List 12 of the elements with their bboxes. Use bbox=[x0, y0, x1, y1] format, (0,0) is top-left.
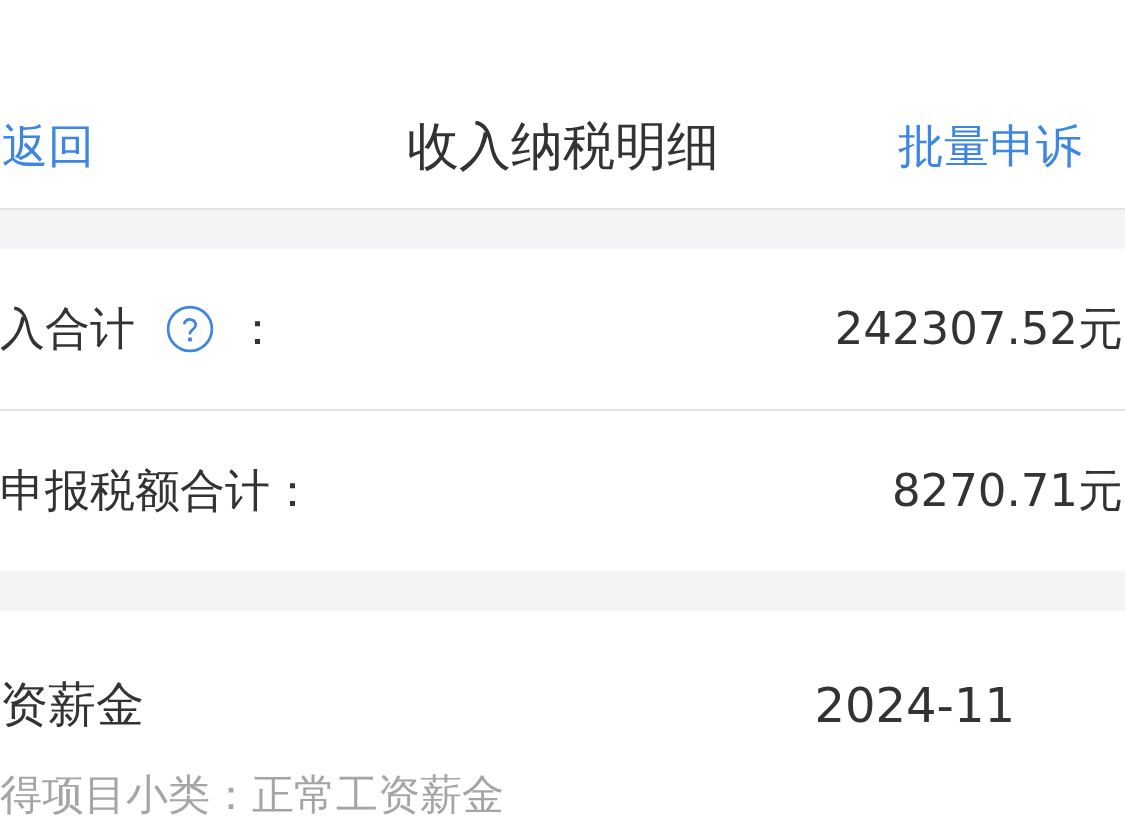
back-link[interactable]: 返回 bbox=[2, 115, 94, 178]
record-date: 2024-11 bbox=[814, 677, 1015, 733]
summary-label: 申报税额合计： bbox=[0, 463, 315, 519]
colon: ： bbox=[235, 301, 280, 357]
batch-appeal-link[interactable]: 批量申诉 bbox=[898, 115, 1082, 178]
record-title: 资薪金 bbox=[0, 675, 144, 734]
help-icon[interactable] bbox=[165, 304, 215, 354]
record-subtitle: 得项目小类：正常工资薪金 bbox=[0, 769, 505, 821]
summary-value: 242307.52元 bbox=[834, 301, 1123, 357]
summary-label: 入合计 bbox=[0, 301, 135, 357]
page-title: 收入纳税明细 bbox=[406, 114, 719, 178]
summary-value: 8270.71元 bbox=[891, 463, 1123, 519]
